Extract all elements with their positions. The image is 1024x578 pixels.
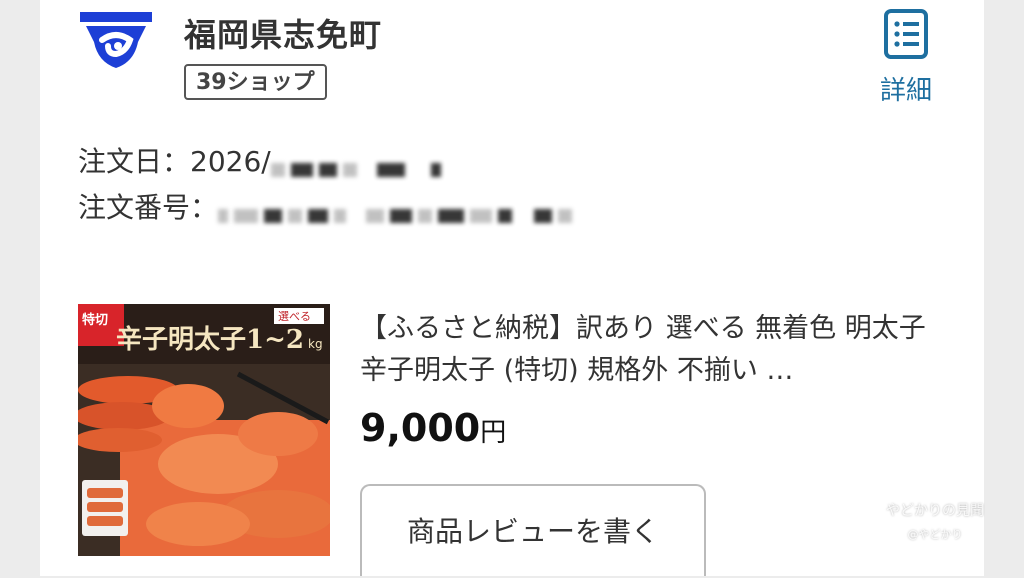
write-review-button[interactable]: 商品レビューを書く — [360, 484, 706, 576]
document-list-icon — [866, 8, 946, 60]
watermark-sub: @やどかり — [907, 528, 963, 541]
product-title[interactable]: 【ふるさと納税】訳あり 選べる 無着色 明太子 辛子明太子 (特切) 規格外 不… — [360, 308, 960, 392]
detail-button[interactable]: 詳細 — [866, 6, 946, 110]
order-date-value: 2026/ — [190, 145, 271, 178]
image-choose-text: 選べる — [278, 310, 311, 323]
town-emblem-icon — [78, 10, 154, 74]
order-number-row: 注文番号： — [78, 186, 578, 226]
redacted-date — [270, 152, 447, 177]
image-unit-text: kg — [308, 337, 323, 351]
order-date-row: 注文日：2026/ — [78, 140, 447, 180]
watermark: やどかりの見聞 @やどかり — [880, 500, 990, 542]
shop-name: 福岡県志免町 — [184, 16, 383, 54]
order-number-label: 注文番号： — [78, 191, 219, 224]
watermark-main: やどかりの見聞 — [886, 503, 984, 519]
product-image[interactable]: 特切 辛子明太子1~2 kg 選べる — [78, 304, 330, 556]
image-corner-badge: 特切 — [82, 312, 108, 328]
order-card: 福岡県志免町 39ショップ 詳細 注文日：2026/ 注文番号： 特切 辛子明太… — [40, 0, 984, 576]
shop-badge: 39ショップ — [184, 64, 327, 100]
redacted-order-number — [218, 198, 578, 223]
image-main-text: 辛子明太子1~2 — [116, 324, 304, 355]
order-date-label: 注文日： — [78, 145, 191, 178]
price-currency: 円 — [480, 418, 507, 448]
detail-label: 詳細 — [879, 76, 932, 106]
price-value: 9,000 — [360, 406, 481, 450]
product-price: 9,000円 — [360, 406, 506, 450]
